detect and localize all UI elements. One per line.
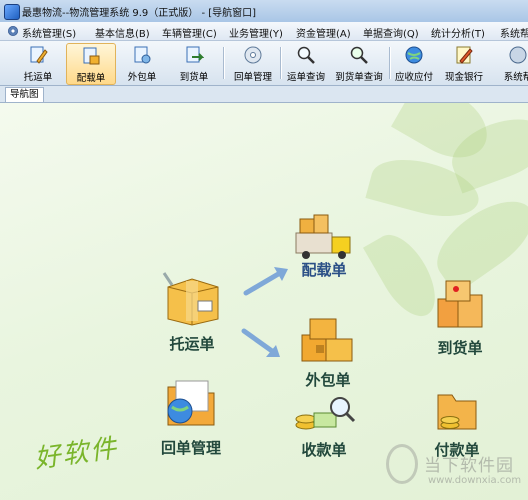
toolbar-separator — [280, 47, 281, 79]
tool-arrival-button[interactable]: 到货单 — [170, 43, 218, 83]
tool-outsource-button[interactable]: 外包单 — [118, 43, 166, 83]
gear-icon — [8, 26, 18, 36]
globe-icon — [405, 46, 423, 64]
nav-label: 外包单 — [305, 371, 351, 389]
tool-arrival-query-button[interactable]: 到货单查询 — [332, 43, 386, 83]
toolbar-separator — [389, 47, 390, 79]
nav-label: 配载单 — [301, 261, 347, 279]
nav-consign[interactable]: 托运单 — [150, 267, 234, 355]
nav-collection[interactable]: 收款单 — [284, 395, 364, 461]
help-icon — [509, 46, 527, 64]
disc-icon — [244, 46, 262, 64]
title-bar: 最惠物流--物流管理系统 9.9（正式版） - [导航窗口] — [0, 0, 528, 23]
tab-navigation[interactable]: 导航图 — [5, 87, 44, 102]
tool-receipt-button[interactable]: 回单管理 — [230, 43, 276, 83]
menu-vehicle[interactable]: 车辆管理(C) — [162, 25, 217, 40]
toolbar: 托运单 配载单 外包单 到货单 回单管理 运单查询 到货单查询 应收应付 现金银… — [0, 41, 528, 86]
tool-label: 运单查询 — [286, 72, 325, 83]
pencil-icon — [456, 46, 473, 64]
nav-arrival[interactable]: 到货单 — [420, 277, 500, 357]
tool-waybill-query-button[interactable]: 运单查询 — [284, 43, 328, 83]
menu-funds[interactable]: 资金管理(A) — [296, 25, 351, 40]
tab-strip: 导航图 — [0, 86, 528, 103]
arrow-down-right-icon — [241, 328, 280, 357]
coins-magnifier-icon — [295, 397, 356, 430]
tool-cash-bank-button[interactable]: 现金银行 — [442, 43, 486, 83]
tool-receivable-payable-button[interactable]: 应收应付 — [393, 43, 435, 83]
menu-business[interactable]: 业务管理(Y) — [229, 25, 283, 40]
nav-label: 回单管理 — [160, 439, 221, 457]
tool-label: 现金银行 — [444, 72, 483, 83]
signature-logo: 好软件 — [32, 433, 121, 475]
tool-consign-button[interactable]: 托运单 — [14, 43, 62, 83]
doc-box-icon — [83, 47, 100, 65]
tool-label: 应收应付 — [394, 72, 433, 83]
tool-help-button[interactable]: 系统帮 — [500, 43, 528, 83]
magnifier-icon — [297, 46, 315, 64]
doc-arrow-icon — [186, 46, 204, 63]
tool-label: 托运单 — [23, 72, 53, 83]
package-icon — [162, 272, 219, 326]
folder-globe-icon — [167, 380, 215, 426]
navigation-panel: 配载单 托运单 外包单 到货单 回单管理 收款单 付款单 好软件 当下软件园 w… — [0, 103, 528, 500]
toolbar-separator — [223, 47, 224, 79]
nav-outsource[interactable]: 外包单 — [288, 315, 368, 395]
truck-boxes-icon — [295, 214, 351, 259]
menu-basic-info[interactable]: 基本信息(B) — [95, 25, 150, 40]
tool-label: 系统帮 — [503, 72, 528, 83]
tool-label: 外包单 — [127, 72, 157, 83]
menu-statistics[interactable]: 统计分析(T) — [431, 25, 485, 40]
folder-coins-icon — [437, 394, 477, 430]
menu-bar: 系统管理(S) 基本信息(B) 车辆管理(C) 业务管理(Y) 资金管理(A) … — [0, 22, 528, 41]
magnifier-green-icon — [350, 46, 368, 64]
nav-receipt-management[interactable]: 回单管理 — [146, 377, 236, 461]
doc-pen-icon — [30, 46, 48, 64]
tool-label: 回单管理 — [233, 72, 272, 83]
doc-gear-icon — [134, 46, 151, 64]
window-title: 最惠物流--物流管理系统 9.9（正式版） - [导航窗口] — [22, 8, 257, 19]
app-icon — [4, 4, 20, 20]
nav-label: 收款单 — [301, 441, 347, 459]
nav-stowage[interactable]: 配载单 — [284, 211, 364, 283]
menu-help[interactable]: 系统帮 — [500, 25, 528, 40]
tool-label: 到货单 — [179, 72, 209, 83]
arrow-up-right-icon — [243, 267, 288, 296]
tool-label: 配载单 — [76, 73, 106, 84]
nav-label: 托运单 — [169, 335, 215, 353]
tool-label: 到货单查询 — [335, 72, 383, 83]
watermark-text: 当下软件园 — [424, 456, 514, 476]
package-stack-icon — [437, 280, 483, 328]
nav-label: 到货单 — [437, 339, 483, 357]
watermark-url: www.downxia.com — [428, 475, 522, 486]
watermark-logo — [386, 444, 418, 484]
tool-stowage-button[interactable]: 配载单 — [66, 43, 116, 85]
menu-query[interactable]: 单据查询(Q) — [363, 25, 419, 40]
nav-payment[interactable]: 付款单 — [416, 387, 498, 461]
boxes-icon — [301, 318, 353, 362]
menu-system[interactable]: 系统管理(S) — [22, 25, 76, 40]
